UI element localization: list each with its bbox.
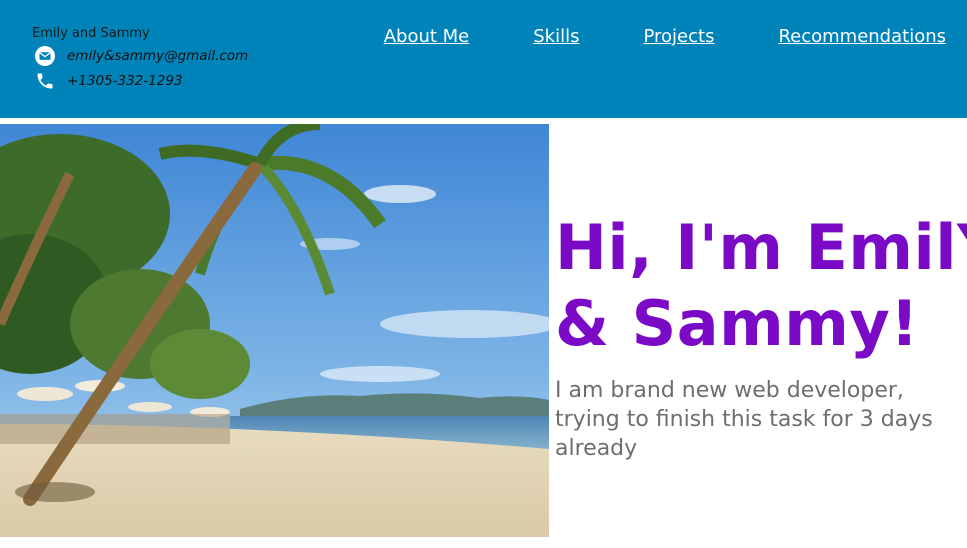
main-nav: About Me Skills Projects Recommendations <box>384 26 946 47</box>
nav-skills[interactable]: Skills <box>533 26 579 47</box>
hero-title-line-1: Hi, I'm EmilY <box>555 211 967 284</box>
hero-title-line-2: & Sammy! <box>555 287 920 360</box>
email-icon <box>34 46 56 66</box>
nav-projects[interactable]: Projects <box>643 26 714 47</box>
hero-title: Hi, I'm EmilY & Sammy! <box>555 210 967 362</box>
nav-recommendations[interactable]: Recommendations <box>778 26 946 47</box>
phone-text[interactable]: +1305-332-1293 <box>67 73 183 89</box>
nav-about-me[interactable]: About Me <box>384 26 470 47</box>
hero-description: I am brand new web developer, trying to … <box>555 378 933 461</box>
hero-beach-image <box>0 124 549 537</box>
phone-icon <box>34 71 56 91</box>
phone-contact[interactable]: +1305-332-1293 <box>34 71 183 91</box>
email-contact[interactable]: emily&sammy@gmail.com <box>34 46 248 66</box>
site-header: Emily and Sammy emily&sammy@gmail.com +1… <box>0 0 967 118</box>
email-text[interactable]: emily&sammy@gmail.com <box>67 48 248 64</box>
brand-name: Emily and Sammy <box>32 26 150 41</box>
